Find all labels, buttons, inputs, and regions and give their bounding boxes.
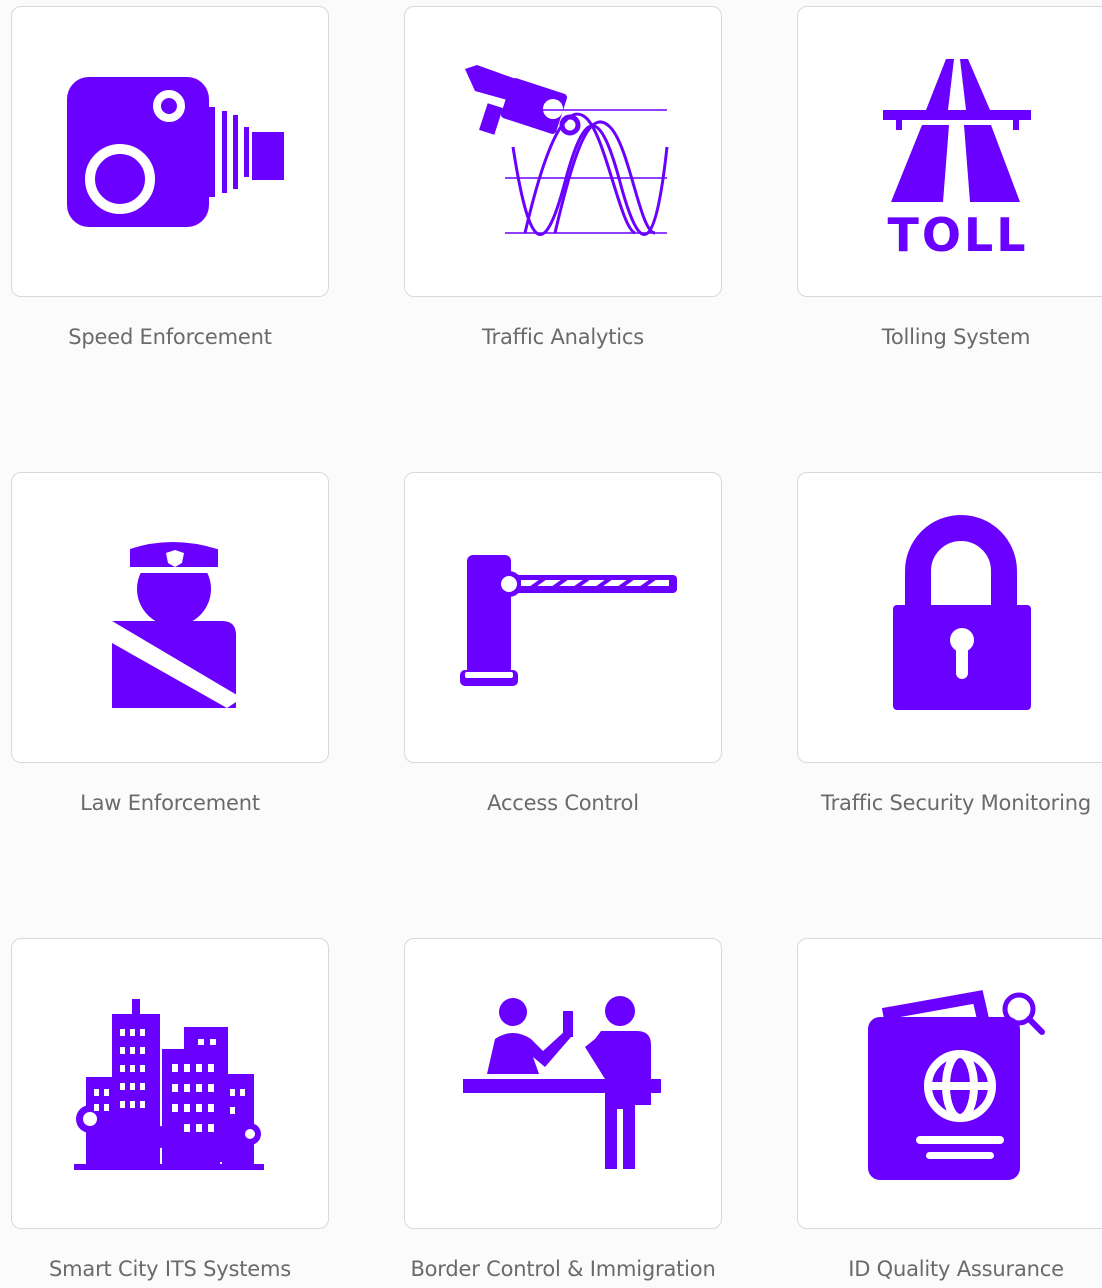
label-border-control-immigration[interactable]: Border Control & Immigration [363,1257,763,1281]
speed-camera-icon [67,77,284,227]
label-traffic-security-monitoring[interactable]: Traffic Security Monitoring [756,791,1102,815]
card-smart-city-its-systems[interactable] [11,938,329,1229]
card-traffic-security-monitoring[interactable] [797,472,1102,763]
toll-road-icon: TOLL [883,59,1031,262]
card-traffic-analytics[interactable] [404,6,722,297]
city-buildings-icon [74,999,264,1170]
barrier-gate-icon [460,555,677,686]
card-tolling-system[interactable]: TOLL [797,6,1102,297]
card-law-enforcement[interactable] [11,472,329,763]
card-border-control-immigration[interactable] [404,938,722,1229]
card-id-quality-assurance[interactable] [797,938,1102,1229]
label-access-control[interactable]: Access Control [363,791,763,815]
label-tolling-system[interactable]: Tolling System [756,325,1102,349]
label-id-quality-assurance[interactable]: ID Quality Assurance [756,1257,1102,1281]
passport-search-icon [868,990,1045,1180]
police-officer-icon [112,542,242,708]
label-law-enforcement[interactable]: Law Enforcement [0,791,370,815]
immigration-desk-icon [463,996,661,1169]
label-traffic-analytics[interactable]: Traffic Analytics [363,325,763,349]
card-access-control[interactable] [404,472,722,763]
card-speed-enforcement[interactable] [11,6,329,297]
label-smart-city-its-systems[interactable]: Smart City ITS Systems [0,1257,370,1281]
padlock-icon [893,515,1031,710]
label-speed-enforcement[interactable]: Speed Enforcement [0,325,370,349]
toll-sign-text: TOLL [887,208,1028,262]
traffic-camera-wave-icon [465,65,669,236]
